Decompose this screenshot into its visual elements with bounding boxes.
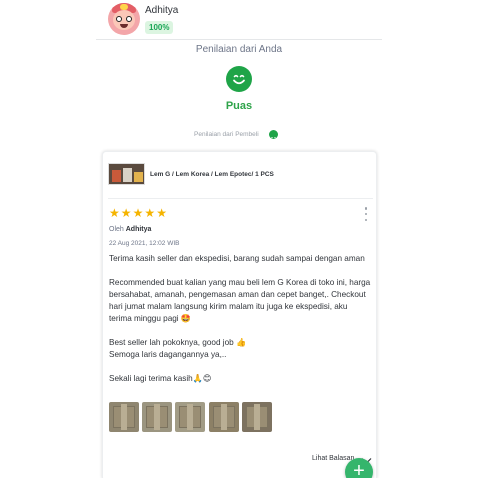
user-meta: Adhitya 100% — [145, 3, 178, 35]
user-header: Adhitya 100% — [108, 3, 178, 35]
header-divider — [96, 39, 382, 40]
rating-title: Penilaian dari Anda — [195, 44, 283, 55]
buyer-rating-caption: Penilaian dari Pembeli — [194, 131, 259, 138]
product-thumbnail[interactable] — [108, 163, 145, 185]
cartoon-avatar-icon[interactable] — [108, 3, 140, 35]
star-icon: ★ — [156, 206, 167, 220]
review-text: Terima kasih seller dan ekspedisi, baran… — [109, 254, 371, 383]
review-photos — [109, 402, 275, 432]
user-name: Adhitya — [145, 5, 179, 16]
reputation-badge: 100% — [145, 21, 174, 34]
review-photo[interactable] — [109, 402, 139, 432]
review-author: Adhitya — [125, 226, 152, 233]
rating-label: Puas — [225, 100, 253, 112]
review-card: Lem G / Lem Korea / Lem Epotec/ 1 PCS ★ ★… — [102, 151, 377, 478]
review-photo[interactable] — [142, 402, 173, 432]
review-author-line: Oleh Adhitya — [109, 226, 151, 233]
buyer-happy-face-icon — [268, 130, 278, 141]
star-icon: ★ — [120, 206, 132, 220]
happy-face-icon — [226, 66, 252, 92]
product-divider — [108, 198, 373, 199]
more-options-icon[interactable] — [364, 207, 368, 221]
product-row[interactable]: Lem G / Lem Korea / Lem Epotec/ 1 PCS — [108, 163, 274, 185]
buyer-rating-line: Penilaian dari Pembeli — [194, 130, 278, 141]
star-icon: ★ — [144, 206, 156, 220]
review-photo[interactable] — [208, 402, 239, 432]
review-photo[interactable] — [241, 402, 272, 432]
star-rating: ★ ★ ★ ★ ★ — [109, 206, 168, 220]
review-date: 22 Aug 2021, 12:02 WIB — [109, 240, 180, 247]
star-icon: ★ — [109, 206, 120, 220]
add-button[interactable]: + — [345, 458, 373, 478]
view-replies-link[interactable]: Lihat Balasan — [312, 455, 354, 462]
product-name[interactable]: Lem G / Lem Korea / Lem Epotec/ 1 PCS — [150, 171, 274, 178]
review-photo[interactable] — [175, 402, 206, 432]
star-icon: ★ — [132, 206, 144, 220]
author-prefix: Oleh — [109, 226, 124, 233]
